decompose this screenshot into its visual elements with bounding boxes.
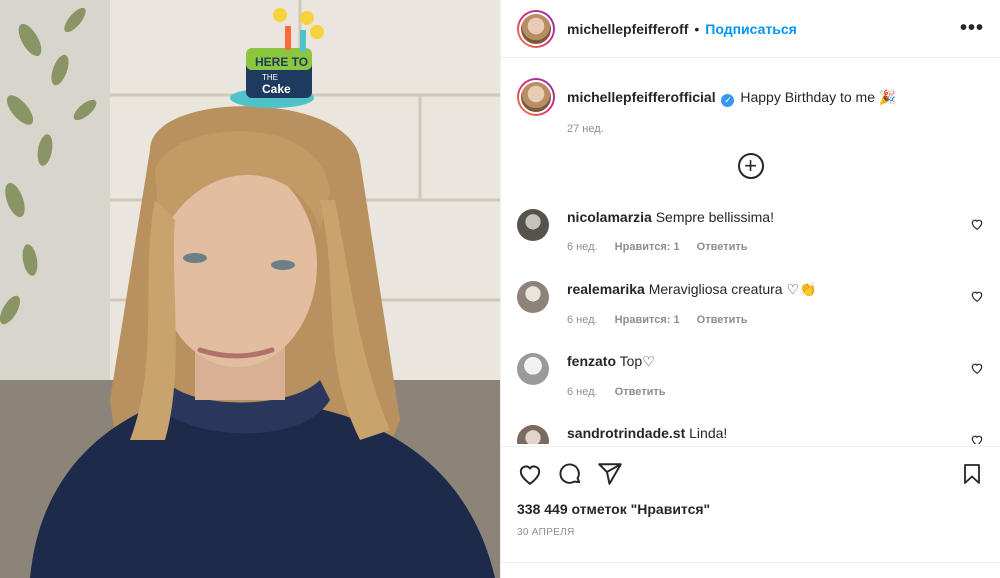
post-details-panel: michellepfeifferoff • Подписаться ••• mi… (500, 0, 1000, 578)
comment-username[interactable]: nicolamarzia (567, 209, 652, 225)
hat-text-1: HERE TO (255, 55, 308, 69)
post-actions: 338 449 отметок "Нравится" 30 АПРЕЛЯ (501, 446, 1000, 538)
comment-item: sandrotrindade.st Linda! (517, 425, 984, 444)
comment-username[interactable]: fenzato (567, 353, 616, 369)
comment-item: fenzato Top♡ 6 нед. Ответить (517, 353, 984, 399)
comment-time[interactable]: 6 нед. (567, 241, 598, 253)
author-username[interactable]: michellepfeifferoff (567, 21, 688, 37)
comments-list[interactable]: michellepfeifferofficial ✓ Happy Birthda… (501, 58, 1000, 444)
reply-button[interactable]: Ответить (697, 241, 748, 253)
share-icon[interactable] (597, 461, 623, 487)
comment-time[interactable]: 6 нед. (567, 386, 598, 398)
hat-text-2: THE (262, 73, 278, 82)
caption-username[interactable]: michellepfeifferofficial (567, 89, 716, 105)
comment-username[interactable]: realemarika (567, 281, 645, 297)
post-date[interactable]: 30 АПРЕЛЯ (517, 527, 984, 538)
caption-text: Happy Birthday to me 🎉 (740, 89, 897, 105)
separator-dot: • (694, 20, 700, 37)
reply-button[interactable]: Ответить (615, 386, 666, 398)
comment-text: Meravigliosa creatura ♡👏 (648, 281, 817, 297)
comment-text: Top♡ (619, 353, 655, 369)
hat-text-3: Cake (262, 82, 291, 96)
like-comment-icon[interactable] (970, 217, 984, 231)
caption-avatar[interactable] (517, 78, 555, 116)
comment-likes[interactable]: Нравится: 1 (615, 314, 680, 326)
like-comment-icon[interactable] (970, 289, 984, 303)
heart-icon[interactable] (517, 461, 543, 487)
commenter-avatar[interactable] (517, 209, 549, 241)
comment-username[interactable]: sandrotrindade.st (567, 425, 685, 441)
bookmark-icon[interactable] (960, 461, 984, 487)
comment-time[interactable]: 6 нед. (567, 314, 598, 326)
more-options-icon[interactable]: ••• (960, 17, 984, 40)
post-header: michellepfeifferoff • Подписаться ••• (501, 0, 1000, 58)
comment-input-divider (501, 562, 1000, 563)
commenter-avatar[interactable] (517, 425, 549, 444)
follow-button[interactable]: Подписаться (705, 21, 797, 37)
selfie-image: HERE TO THE Cake (0, 0, 500, 578)
caption: michellepfeifferofficial ✓ Happy Birthda… (517, 74, 984, 135)
comment-text: Sempre bellissima! (655, 209, 774, 225)
comment-item: nicolamarzia Sempre bellissima! 6 нед. Н… (517, 209, 984, 255)
plus-circle-icon[interactable]: + (737, 153, 764, 179)
commenter-avatar[interactable] (517, 353, 549, 385)
comment-icon[interactable] (557, 461, 583, 487)
comment-likes[interactable]: Нравится: 1 (615, 241, 680, 253)
commenter-avatar[interactable] (517, 281, 549, 313)
comment-item: realemarika Meravigliosa creatura ♡👏 6 н… (517, 281, 984, 327)
verified-badge-icon: ✓ (721, 94, 735, 107)
author-avatar[interactable] (517, 9, 555, 48)
like-comment-icon[interactable] (970, 361, 984, 375)
reply-button[interactable]: Ответить (697, 314, 748, 326)
like-comment-icon[interactable] (970, 433, 984, 444)
load-more-comments: + (517, 153, 984, 183)
post-photo[interactable]: HERE TO THE Cake (0, 0, 500, 578)
comment-text: Linda! (689, 425, 728, 441)
like-count[interactable]: 338 449 отметок "Нравится" (517, 501, 984, 517)
caption-time[interactable]: 27 нед. (567, 123, 896, 135)
